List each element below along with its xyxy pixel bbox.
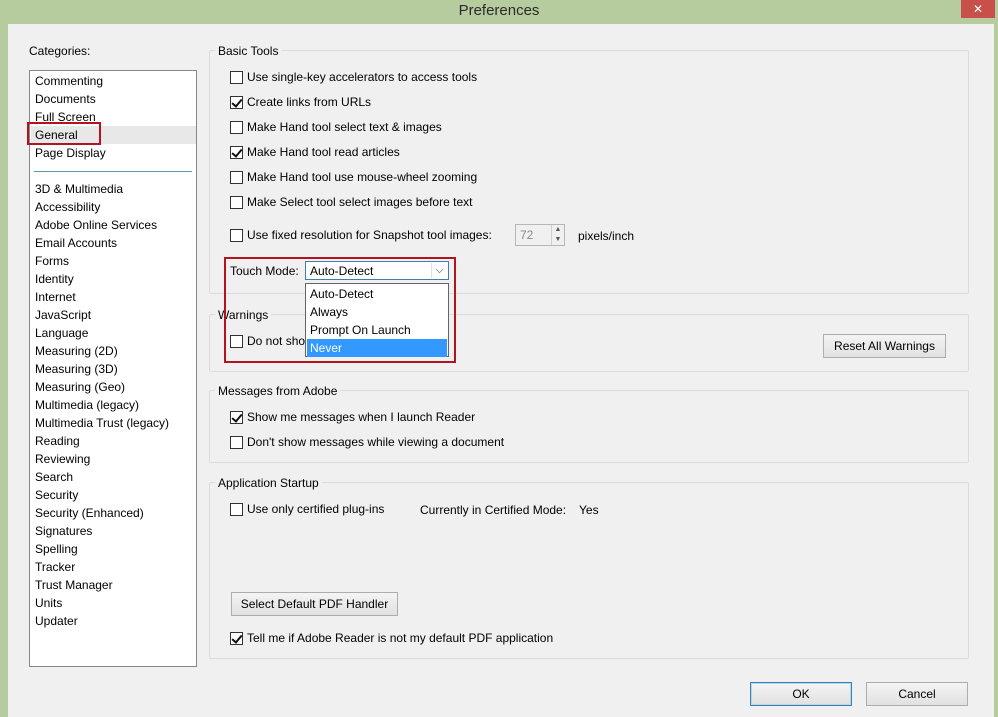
category-item-javascript[interactable]: JavaScript bbox=[31, 306, 196, 324]
certified-mode-label: Currently in Certified Mode: bbox=[420, 503, 567, 517]
reset-all-warnings-button[interactable]: Reset All Warnings bbox=[823, 334, 946, 358]
dont-show-messages-checkbox[interactable]: Don't show messages while viewing a docu… bbox=[230, 434, 504, 450]
category-item-commenting[interactable]: Commenting bbox=[31, 72, 196, 90]
checkbox-label: Don't show messages while viewing a docu… bbox=[247, 435, 505, 449]
checkbox-label: Use only certified plug-ins bbox=[247, 502, 385, 516]
checkbox-label: Make Hand tool read articles bbox=[247, 145, 400, 159]
general-callout-box bbox=[27, 122, 101, 145]
checkbox-box bbox=[230, 70, 243, 84]
categories-separator bbox=[34, 171, 192, 172]
category-item-documents[interactable]: Documents bbox=[31, 90, 196, 108]
checkbox-label: Make Hand tool use mouse-wheel zooming bbox=[247, 170, 478, 184]
hand-wheel-zoom-checkbox[interactable]: Make Hand tool use mouse-wheel zooming bbox=[230, 169, 477, 185]
checkbox-box bbox=[230, 170, 243, 184]
category-item-security[interactable]: Security bbox=[31, 486, 196, 504]
checkbox-box bbox=[230, 228, 243, 242]
messages-title: Messages from Adobe bbox=[215, 384, 341, 398]
hand-read-articles-checkbox[interactable]: Make Hand tool read articles bbox=[230, 144, 400, 160]
touch-mode-option[interactable]: Auto-Detect bbox=[307, 285, 447, 303]
checkbox-label: Create links from URLs bbox=[247, 95, 372, 109]
category-item-spelling[interactable]: Spelling bbox=[31, 540, 196, 558]
chevron-down-icon[interactable]: ⌵ bbox=[431, 263, 447, 278]
category-item-internet[interactable]: Internet bbox=[31, 288, 196, 306]
ok-button[interactable]: OK bbox=[750, 682, 852, 706]
checkbox-label: Use single-key accelerators to access to… bbox=[247, 70, 478, 84]
startup-title: Application Startup bbox=[215, 476, 322, 490]
category-item-email-accounts[interactable]: Email Accounts bbox=[31, 234, 196, 252]
dialog-body: Categories: Commenting Documents Full Scre… bbox=[8, 24, 994, 717]
close-button[interactable]: ✕ bbox=[961, 0, 995, 18]
touch-mode-option[interactable]: Always bbox=[307, 303, 447, 321]
categories-label: Categories: bbox=[29, 44, 91, 58]
category-item-identity[interactable]: Identity bbox=[31, 270, 196, 288]
touch-mode-label: Touch Mode: bbox=[230, 264, 299, 278]
cancel-button[interactable]: Cancel bbox=[866, 682, 968, 706]
checkbox-box bbox=[230, 195, 243, 209]
window-title: Preferences bbox=[458, 2, 540, 19]
snapshot-unit: pixels/inch bbox=[578, 229, 635, 243]
certified-mode-value: Yes bbox=[579, 503, 599, 517]
categories-list[interactable]: Commenting Documents Full Screen General Pag… bbox=[29, 70, 197, 667]
category-item-tracker[interactable]: Tracker bbox=[31, 558, 196, 576]
certified-plugins-checkbox[interactable]: Use only certified plug-ins bbox=[230, 501, 384, 517]
checkbox-label: Use fixed resolution for Snapshot tool i… bbox=[247, 228, 492, 242]
touch-mode-option[interactable]: Never bbox=[307, 339, 447, 357]
category-item-measuring-3d[interactable]: Measuring (3D) bbox=[31, 360, 196, 378]
single-key-accelerators-checkbox[interactable]: Use single-key accelerators to access to… bbox=[230, 69, 477, 85]
checkbox-box bbox=[230, 95, 243, 109]
category-item-language[interactable]: Language bbox=[31, 324, 196, 342]
spinner-value: 72 bbox=[520, 228, 534, 242]
category-item-signatures[interactable]: Signatures bbox=[31, 522, 196, 540]
create-links-checkbox[interactable]: Create links from URLs bbox=[230, 94, 371, 110]
snapshot-resolution-spinner[interactable]: 72 ▲ ▼ bbox=[515, 224, 565, 246]
category-item-accessibility[interactable]: Accessibility bbox=[31, 198, 196, 216]
checkbox-box bbox=[230, 502, 243, 516]
snapshot-resolution-checkbox[interactable]: Use fixed resolution for Snapshot tool i… bbox=[230, 227, 492, 243]
basic-tools-title: Basic Tools bbox=[215, 44, 282, 58]
touch-mode-select[interactable]: Auto-Detect ⌵ bbox=[305, 261, 449, 280]
spinner-arrows-icon[interactable]: ▲ ▼ bbox=[551, 225, 564, 245]
checkbox-label: Make Hand tool select text & images bbox=[247, 120, 442, 134]
category-item-3d-multimedia[interactable]: 3D & Multimedia bbox=[31, 180, 196, 198]
title-bar: Preferences ✕ bbox=[0, 0, 998, 24]
category-item-updater[interactable]: Updater bbox=[31, 612, 196, 630]
select-default-pdf-handler-button[interactable]: Select Default PDF Handler bbox=[231, 592, 398, 616]
touch-mode-dropdown[interactable]: Auto-Detect Always Prompt On Launch Never bbox=[305, 283, 449, 357]
show-messages-checkbox[interactable]: Show me messages when I launch Reader bbox=[230, 409, 475, 425]
category-item-reviewing[interactable]: Reviewing bbox=[31, 450, 196, 468]
checkbox-box bbox=[230, 410, 243, 424]
category-item-multimedia-legacy[interactable]: Multimedia (legacy) bbox=[31, 396, 196, 414]
category-item-page-display[interactable]: Page Display bbox=[31, 144, 196, 162]
checkbox-box bbox=[230, 120, 243, 134]
checkbox-label: Show me messages when I launch Reader bbox=[247, 410, 476, 424]
category-item-trust-manager[interactable]: Trust Manager bbox=[31, 576, 196, 594]
checkbox-label: Tell me if Adobe Reader is not my defaul… bbox=[247, 631, 554, 645]
checkbox-box bbox=[230, 145, 243, 159]
default-reader-checkbox[interactable]: Tell me if Adobe Reader is not my defaul… bbox=[230, 630, 553, 646]
messages-group bbox=[209, 390, 969, 463]
touch-mode-option[interactable]: Prompt On Launch bbox=[307, 321, 447, 339]
checkbox-label: Make Select tool select images before te… bbox=[247, 195, 473, 209]
category-item-measuring-2d[interactable]: Measuring (2D) bbox=[31, 342, 196, 360]
category-item-forms[interactable]: Forms bbox=[31, 252, 196, 270]
category-item-search[interactable]: Search bbox=[31, 468, 196, 486]
category-item-units[interactable]: Units bbox=[31, 594, 196, 612]
hand-select-text-checkbox[interactable]: Make Hand tool select text & images bbox=[230, 119, 442, 135]
touch-mode-value: Auto-Detect bbox=[310, 264, 374, 278]
category-item-reading[interactable]: Reading bbox=[31, 432, 196, 450]
checkbox-box bbox=[230, 435, 243, 449]
category-item-measuring-geo[interactable]: Measuring (Geo) bbox=[31, 378, 196, 396]
category-item-adobe-online-services[interactable]: Adobe Online Services bbox=[31, 216, 196, 234]
category-item-multimedia-trust-legacy[interactable]: Multimedia Trust (legacy) bbox=[31, 414, 196, 432]
checkbox-box bbox=[230, 631, 243, 645]
category-item-security-enhanced[interactable]: Security (Enhanced) bbox=[31, 504, 196, 522]
select-images-first-checkbox[interactable]: Make Select tool select images before te… bbox=[230, 194, 472, 210]
